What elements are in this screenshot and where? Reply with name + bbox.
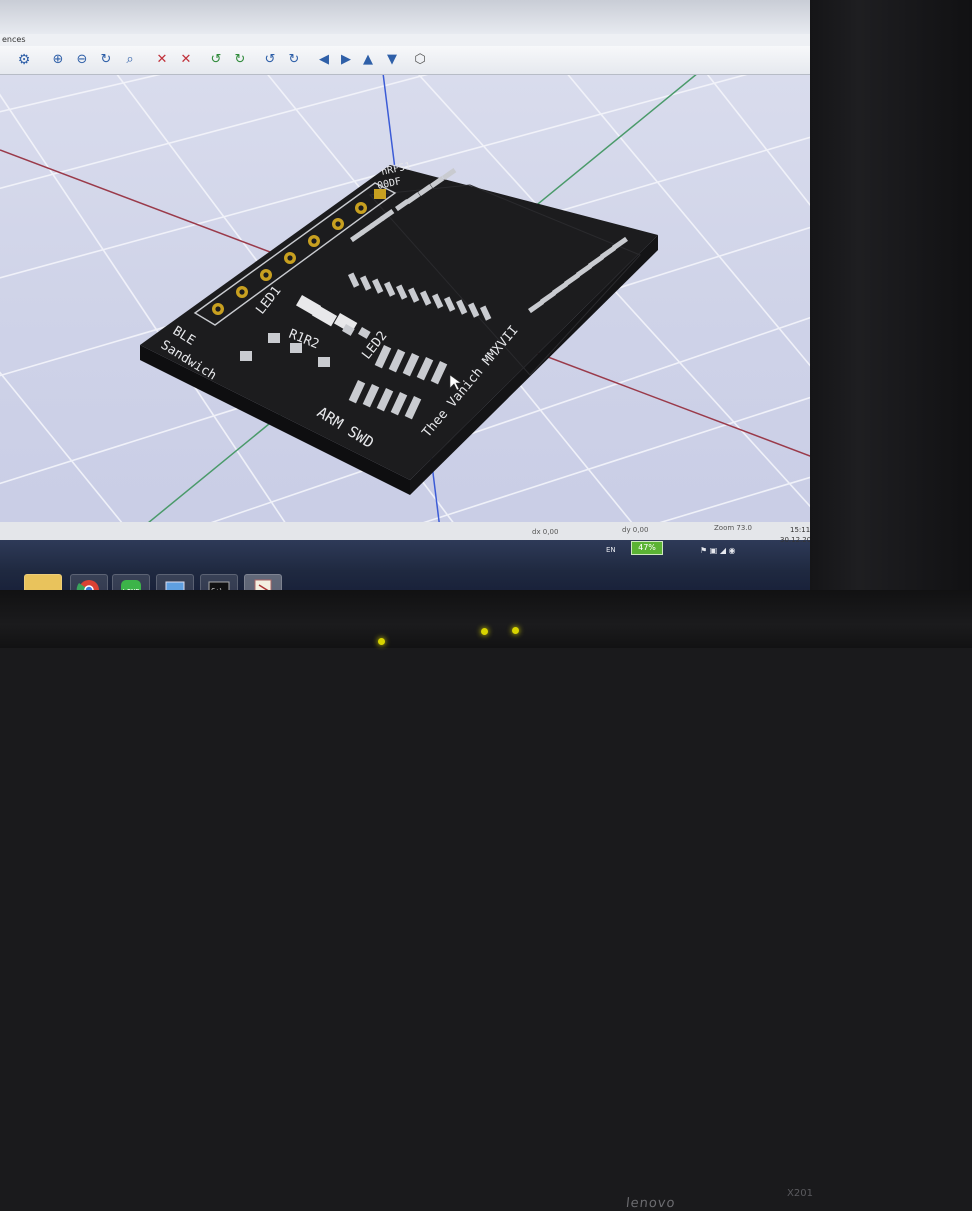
zoom-in-icon[interactable]: ⊕ — [48, 50, 68, 70]
status-bar: dx 0,00 dy 0,00 Zoom 73.0 — [0, 522, 818, 542]
status-led-icon — [481, 628, 488, 635]
menu-item-preferences[interactable]: ences — [2, 35, 25, 44]
monitor-screen: ences ⚙ ⊕ ⊖ ↻ ⌕ ✕ ✕ ↺ ↻ ↺ ↻ ◀ ▶ ▲ ▼ ⬡ nR… — [0, 0, 818, 592]
tray-time[interactable]: 15:11 — [790, 526, 810, 534]
rotate-z-pos-icon[interactable]: ↺ — [260, 50, 280, 70]
move-down-icon[interactable]: ▼ — [382, 50, 402, 70]
monitor-brand: lenovo — [625, 1196, 677, 1211]
3d-scene: nRF51 00DF LED1 LED2 R1R2 BLE Sandwich A… — [0, 0, 818, 592]
monitor-bezel-right — [810, 0, 972, 648]
rotate-z-neg-icon[interactable]: ↻ — [284, 50, 304, 70]
power-led-icon — [378, 638, 385, 645]
settings-gear-icon[interactable]: ⚙ — [14, 50, 34, 70]
3d-viewport[interactable]: nRF51 00DF LED1 LED2 R1R2 BLE Sandwich A… — [0, 0, 818, 592]
rotate-y-neg-icon[interactable]: ↻ — [230, 50, 250, 70]
pcb-board — [140, 165, 658, 495]
window-titlebar — [0, 0, 818, 34]
tray-language[interactable]: EN — [606, 546, 616, 554]
battery-indicator[interactable]: 47% — [631, 541, 663, 555]
3d-box-icon[interactable]: ⬡ — [410, 50, 430, 70]
zoom-out-icon[interactable]: ⊖ — [72, 50, 92, 70]
monitor-bezel-bottom: lenovo X201 — [0, 590, 972, 1211]
menu-bar: ences — [0, 34, 818, 46]
charge-led-icon — [512, 627, 519, 634]
rotate-y-pos-icon[interactable]: ↺ — [206, 50, 226, 70]
status-zoom: Zoom 73.0 — [714, 524, 752, 532]
status-dy: dy 0,00 — [622, 526, 649, 534]
rotate-x-pos-icon[interactable]: ✕ — [152, 50, 172, 70]
zoom-fit-icon[interactable]: ⌕ — [120, 50, 140, 70]
move-up-icon[interactable]: ▲ — [358, 50, 378, 70]
rotate-x-neg-icon[interactable]: ✕ — [176, 50, 196, 70]
move-right-icon[interactable]: ▶ — [336, 50, 356, 70]
status-dx: dx 0,00 — [532, 528, 559, 536]
zoom-redraw-icon[interactable]: ↻ — [96, 50, 116, 70]
taskbar: LINE C:\_ EN 15:11 30.12.2016 ⚑ ▣ ◢ ◉ — [0, 526, 818, 592]
move-left-icon[interactable]: ◀ — [314, 50, 334, 70]
toolbar: ⚙ ⊕ ⊖ ↻ ⌕ ✕ ✕ ↺ ↻ ↺ ↻ ◀ ▶ ▲ ▼ ⬡ — [0, 46, 818, 75]
monitor-model: X201 — [787, 1188, 813, 1199]
tray-icons[interactable]: ⚑ ▣ ◢ ◉ — [700, 546, 736, 555]
